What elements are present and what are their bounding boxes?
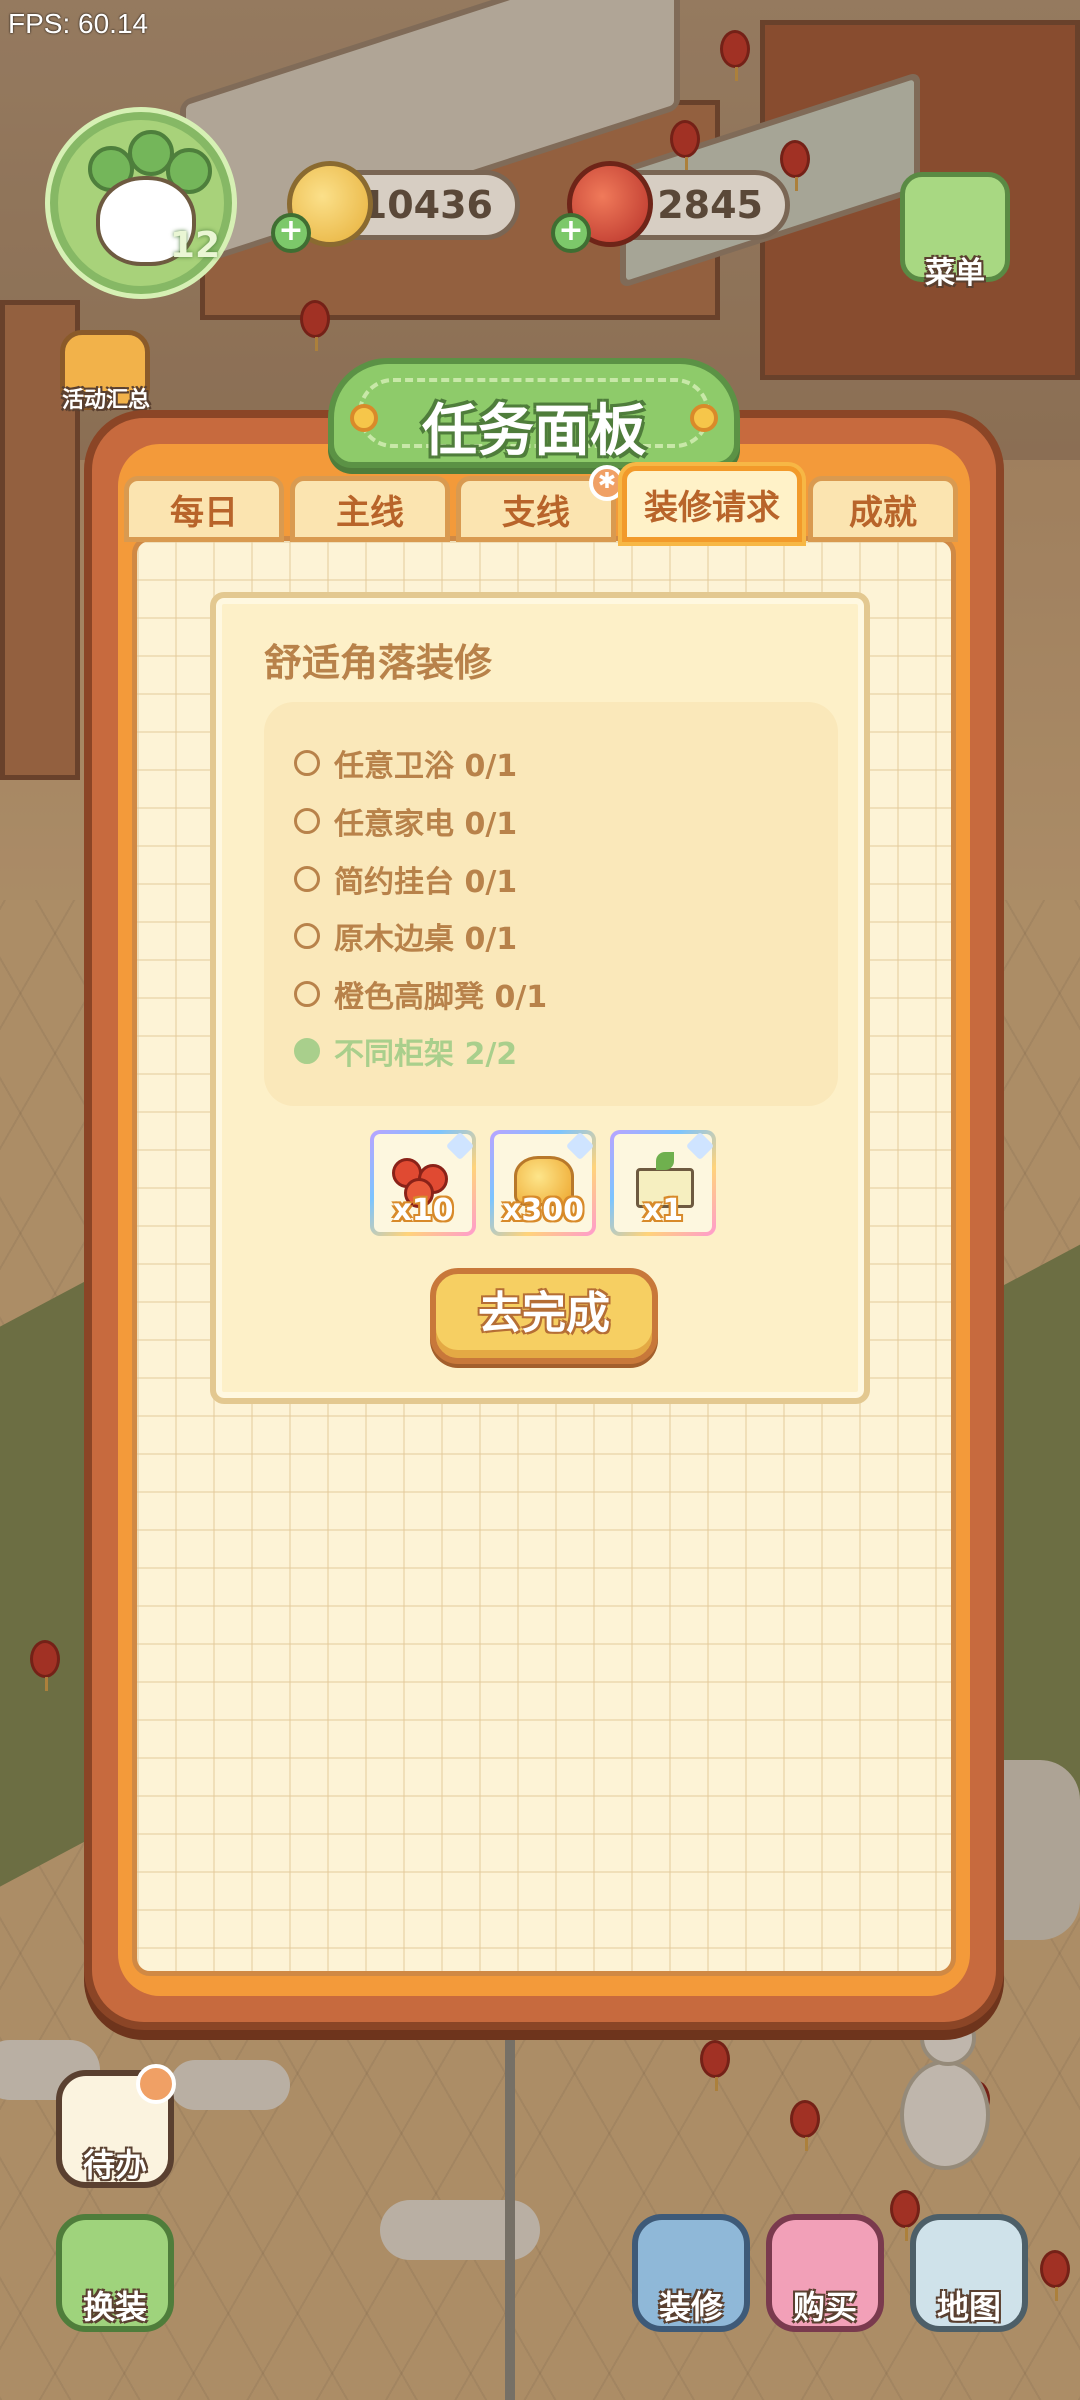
filled-circle-icon [294, 1038, 320, 1064]
player-avatar[interactable]: 12 [50, 112, 232, 294]
panel-tabs: 每日 主线 支线 ✱ 装修请求 成就 [124, 465, 962, 544]
task-label: 不同柜架 2/2 [334, 1037, 518, 1072]
cherry-amount: 2845 [657, 183, 763, 227]
sparkle-icon [565, 1131, 595, 1161]
reward-item[interactable]: x10 [370, 1130, 476, 1236]
task-item-completed: 不同柜架 2/2 [294, 1028, 517, 1074]
reward-item[interactable]: x1 [610, 1130, 716, 1236]
circle-icon [294, 866, 320, 892]
menu-button-label[interactable]: 菜单 [892, 248, 1018, 292]
shop-button-label[interactable]: 购买 [760, 2282, 890, 2328]
task-label: 任意卫浴 0/1 [334, 749, 518, 784]
tab-main[interactable]: 主线 [290, 476, 450, 542]
circle-icon [294, 981, 320, 1007]
circle-icon [294, 808, 320, 834]
map-button-label[interactable]: 地图 [904, 2282, 1034, 2328]
circle-icon [294, 750, 320, 776]
task-label: 任意家电 0/1 [334, 807, 518, 842]
go-complete-button[interactable]: 去完成 [430, 1268, 658, 1364]
task-list: 任意卫浴 0/1 任意家电 0/1 简约挂台 0/1 原木边桌 0/1 橙色高脚… [264, 702, 838, 1106]
tab-side-label: 支线 [502, 492, 570, 533]
notification-badge-icon: ✱ [589, 465, 625, 501]
panel-title: 任务面板 [422, 399, 646, 464]
fps-counter: FPS: 60.14 [8, 8, 149, 39]
task-label: 原木边桌 0/1 [334, 922, 518, 957]
tab-achievements[interactable]: 成就 [808, 476, 958, 542]
coin-counter[interactable]: + 10436 [271, 161, 520, 253]
player-level: 12 [169, 225, 220, 266]
task-item: 原木边桌 0/1 [294, 913, 517, 959]
add-coins-button[interactable]: + [271, 213, 311, 253]
reward-list: x10 x300 x1 [370, 1130, 720, 1238]
request-title: 舒适角落装修 [264, 641, 493, 685]
sparkle-icon [445, 1131, 475, 1161]
decoration-request-card: 舒适角落装修 任意卫浴 0/1 任意家电 0/1 简约挂台 0/1 原木边桌 0… [210, 592, 870, 1404]
decorate-button-label[interactable]: 装修 [626, 2282, 756, 2328]
dress-up-button-label[interactable]: 换装 [50, 2282, 180, 2328]
reward-item[interactable]: x300 [490, 1130, 596, 1236]
task-item: 任意卫浴 0/1 [294, 740, 517, 786]
task-item: 任意家电 0/1 [294, 798, 517, 844]
task-label: 橙色高脚凳 0/1 [334, 980, 548, 1015]
coin-amount: 10436 [360, 183, 493, 227]
cherry-counter[interactable]: + 2845 [551, 161, 790, 253]
task-label: 简约挂台 0/1 [334, 865, 518, 900]
task-item: 橙色高脚凳 0/1 [294, 971, 547, 1017]
add-cherries-button[interactable]: + [551, 213, 591, 253]
task-item: 简约挂台 0/1 [294, 856, 517, 902]
notification-badge-icon [136, 2064, 176, 2104]
reward-quantity: x300 [502, 1193, 584, 1228]
circle-icon [294, 923, 320, 949]
panel-title-banner: 任务面板 [328, 358, 740, 468]
sparkle-icon [685, 1131, 715, 1161]
tab-daily[interactable]: 每日 [124, 476, 284, 542]
reward-quantity: x1 [642, 1193, 684, 1228]
tab-decoration-request[interactable]: 装修请求 [622, 466, 802, 542]
tab-side[interactable]: 支线 ✱ [456, 465, 625, 542]
reward-quantity: x10 [392, 1193, 454, 1228]
todo-button-label[interactable]: 待办 [50, 2140, 180, 2186]
